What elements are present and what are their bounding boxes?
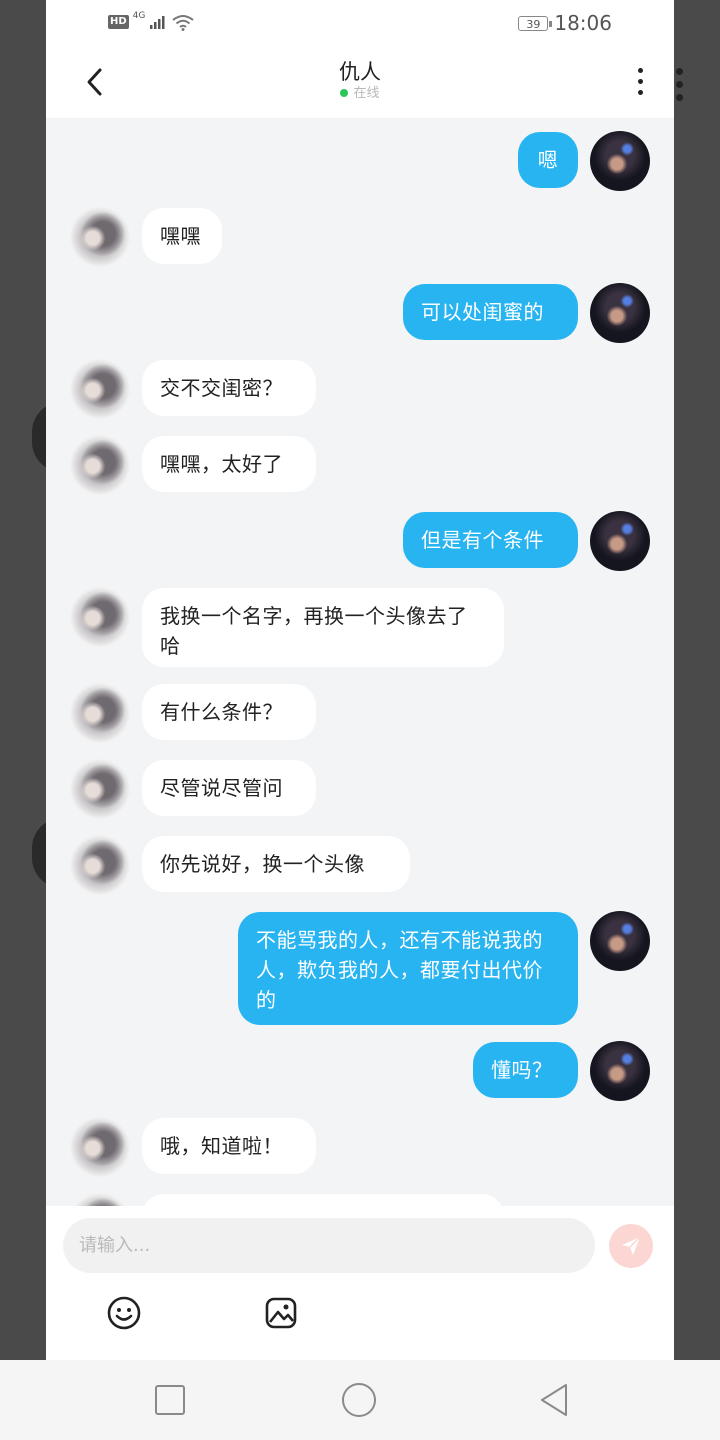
contact-message-bubble[interactable]: 我换一个名字，再换一个头像去了哈 [142, 588, 504, 667]
contact-message-bubble[interactable]: 有什么条件？ [142, 684, 316, 740]
my-avatar[interactable] [590, 131, 650, 191]
contact-message-bubble[interactable]: 交不交闺密？ [142, 360, 316, 416]
contact-message-bubble[interactable]: 哦，知道啦！ [142, 1118, 316, 1174]
more-vertical-icon [634, 68, 646, 95]
my-message-bubble[interactable]: 懂吗？ [473, 1042, 578, 1098]
contact-message-bubble[interactable]: 尽管说尽管问 [142, 760, 316, 816]
my-message-bubble[interactable]: 嗯 [518, 132, 578, 188]
my-message-bubble[interactable]: 可以处闺蜜的 [403, 284, 578, 340]
contact-avatar[interactable] [70, 683, 130, 743]
emoji-icon [107, 1296, 141, 1330]
system-nav-bar [0, 1360, 720, 1440]
contact-avatar[interactable] [70, 759, 130, 819]
chat-screen: HD 4G 39 18:06 仇人 在线 嗯 嘿嘿 可以处闺蜜的 交不交闺密？ … [46, 0, 674, 1360]
image-button[interactable] [264, 1296, 298, 1330]
my-avatar[interactable] [590, 911, 650, 971]
contact-avatar[interactable] [70, 359, 130, 419]
top-bar: HD 4G 39 18:06 仇人 在线 [46, 0, 674, 118]
my-message-bubble[interactable]: 但是有个条件 [403, 512, 578, 568]
contact-avatar[interactable] [70, 207, 130, 267]
home-icon [342, 1383, 376, 1417]
hd-badge: HD [108, 15, 129, 29]
send-icon [622, 1236, 641, 1255]
emoji-button[interactable] [107, 1296, 141, 1330]
send-button[interactable] [609, 1224, 653, 1268]
contact-avatar[interactable] [70, 835, 130, 895]
message-input[interactable] [63, 1218, 595, 1273]
my-avatar[interactable] [590, 511, 650, 571]
recent-apps-button[interactable] [152, 1382, 188, 1418]
contact-avatar[interactable] [70, 1117, 130, 1177]
back-icon [541, 1384, 567, 1416]
chat-header: 仇人 在线 [46, 58, 674, 102]
my-message-bubble[interactable]: 不能骂我的人，还有不能说我的人，欺负我的人，都要付出代价的 [238, 912, 578, 1025]
contact-message-bubble[interactable]: 嘿嘿，太好了 [142, 436, 316, 492]
chat-title: 仇人 [339, 60, 381, 84]
status-bar-right: 39 18:06 [518, 11, 612, 35]
network-type: 4G [132, 11, 146, 21]
online-dot-icon [340, 88, 349, 97]
my-avatar[interactable] [590, 283, 650, 343]
wifi-icon [172, 15, 194, 31]
recent-apps-icon [155, 1385, 185, 1415]
composer-bar [46, 1206, 674, 1360]
presence-status: 在线 [46, 86, 674, 102]
battery-icon: 39 [518, 15, 553, 31]
system-back-button[interactable] [536, 1382, 572, 1418]
status-bar-left: HD 4G [108, 11, 195, 31]
contact-avatar[interactable] [70, 435, 130, 495]
presence-label: 在线 [353, 86, 380, 101]
contact-message-bubble[interactable]: 嘿嘿 [142, 208, 222, 264]
my-avatar[interactable] [590, 1041, 650, 1101]
signal-icon [150, 16, 165, 29]
home-button[interactable] [341, 1382, 377, 1418]
contact-message-bubble[interactable]: 你先说好，换一个头像 [142, 836, 410, 892]
image-icon [265, 1297, 297, 1329]
contact-avatar[interactable] [70, 587, 130, 647]
more-options-button[interactable] [634, 68, 646, 98]
status-time: 18:06 [554, 11, 612, 35]
background-more-icon [674, 68, 684, 107]
